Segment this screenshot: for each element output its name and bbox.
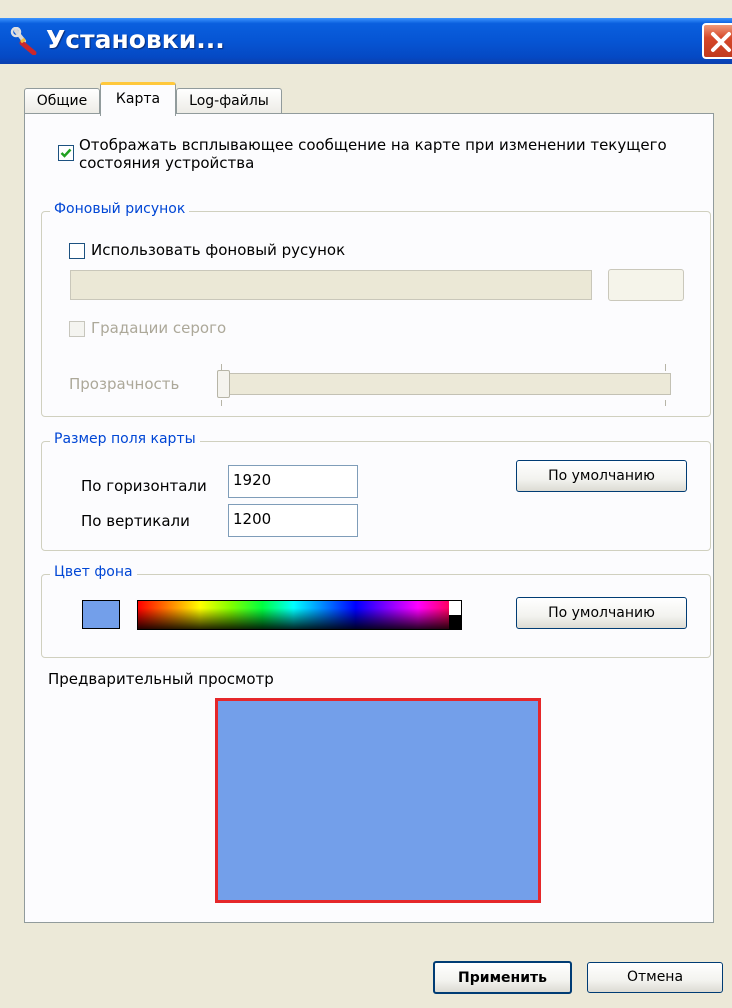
grayscale-label: Градации серого bbox=[91, 319, 227, 337]
horizontal-size-input[interactable]: 1920 bbox=[228, 465, 358, 498]
spectrum-gradient bbox=[138, 601, 449, 629]
vertical-label: По вертикали bbox=[81, 512, 190, 530]
slider-track bbox=[221, 373, 671, 395]
browse-button[interactable] bbox=[608, 269, 684, 301]
show-popup-label-line2: состояния устройства bbox=[79, 154, 255, 172]
background-color-default-button[interactable]: По умолчанию bbox=[516, 597, 687, 629]
tab-general[interactable]: Общие bbox=[24, 88, 100, 114]
spectrum-white-cell bbox=[449, 601, 461, 615]
slider-tick-end-bottom bbox=[665, 400, 666, 406]
background-image-legend: Фоновый рисунок bbox=[50, 201, 190, 217]
slider-tick-start-bottom bbox=[221, 400, 222, 406]
spectrum-black-cell bbox=[449, 615, 461, 629]
show-popup-checkbox[interactable] bbox=[58, 145, 74, 161]
use-background-label: Использовать фоновый русунок bbox=[91, 241, 346, 259]
map-size-default-button[interactable]: По умолчанию bbox=[516, 460, 687, 492]
preview-label: Предварительный просмотр bbox=[48, 670, 274, 688]
map-preview bbox=[215, 698, 541, 903]
check-mark-icon bbox=[60, 148, 72, 158]
background-path-input[interactable] bbox=[70, 270, 592, 300]
map-size-group: Размер поля карты bbox=[41, 431, 711, 551]
cancel-button[interactable]: Отмена bbox=[587, 962, 723, 993]
vertical-size-input[interactable]: 1200 bbox=[228, 504, 358, 537]
color-spectrum-picker[interactable] bbox=[137, 600, 462, 630]
show-popup-label-line1: Отображать всплывающее сообщение на карт… bbox=[79, 136, 667, 154]
close-button[interactable] bbox=[702, 23, 732, 59]
slider-thumb[interactable] bbox=[217, 370, 230, 398]
use-background-checkbox[interactable] bbox=[69, 243, 85, 259]
grayscale-checkbox[interactable] bbox=[69, 321, 85, 337]
title-bar[interactable]: Установки... bbox=[0, 18, 732, 64]
tab-log-files[interactable]: Log-файлы bbox=[176, 88, 282, 114]
close-icon bbox=[711, 32, 731, 52]
slider-tick-end bbox=[665, 364, 666, 371]
tab-log-files-label: Log-файлы bbox=[189, 93, 269, 109]
color-swatch[interactable] bbox=[82, 600, 120, 629]
tab-general-label: Общие bbox=[36, 93, 88, 109]
apply-button[interactable]: Применить bbox=[433, 961, 572, 994]
transparency-slider[interactable] bbox=[217, 360, 671, 410]
map-size-legend: Размер поля карты bbox=[50, 431, 200, 447]
tab-map[interactable]: Карта bbox=[100, 82, 176, 116]
horizontal-label: По горизонтали bbox=[81, 477, 207, 495]
tab-map-label: Карта bbox=[115, 91, 161, 107]
settings-dialog: Установки... Общие Карта Log-файлы Отобр… bbox=[0, 0, 732, 1008]
transparency-label: Прозрачность bbox=[69, 375, 180, 393]
tools-icon bbox=[10, 27, 37, 55]
window-title: Установки... bbox=[46, 25, 225, 54]
map-tab-panel: Отображать всплывающее сообщение на карт… bbox=[24, 113, 714, 923]
background-color-legend: Цвет фона bbox=[50, 564, 137, 580]
